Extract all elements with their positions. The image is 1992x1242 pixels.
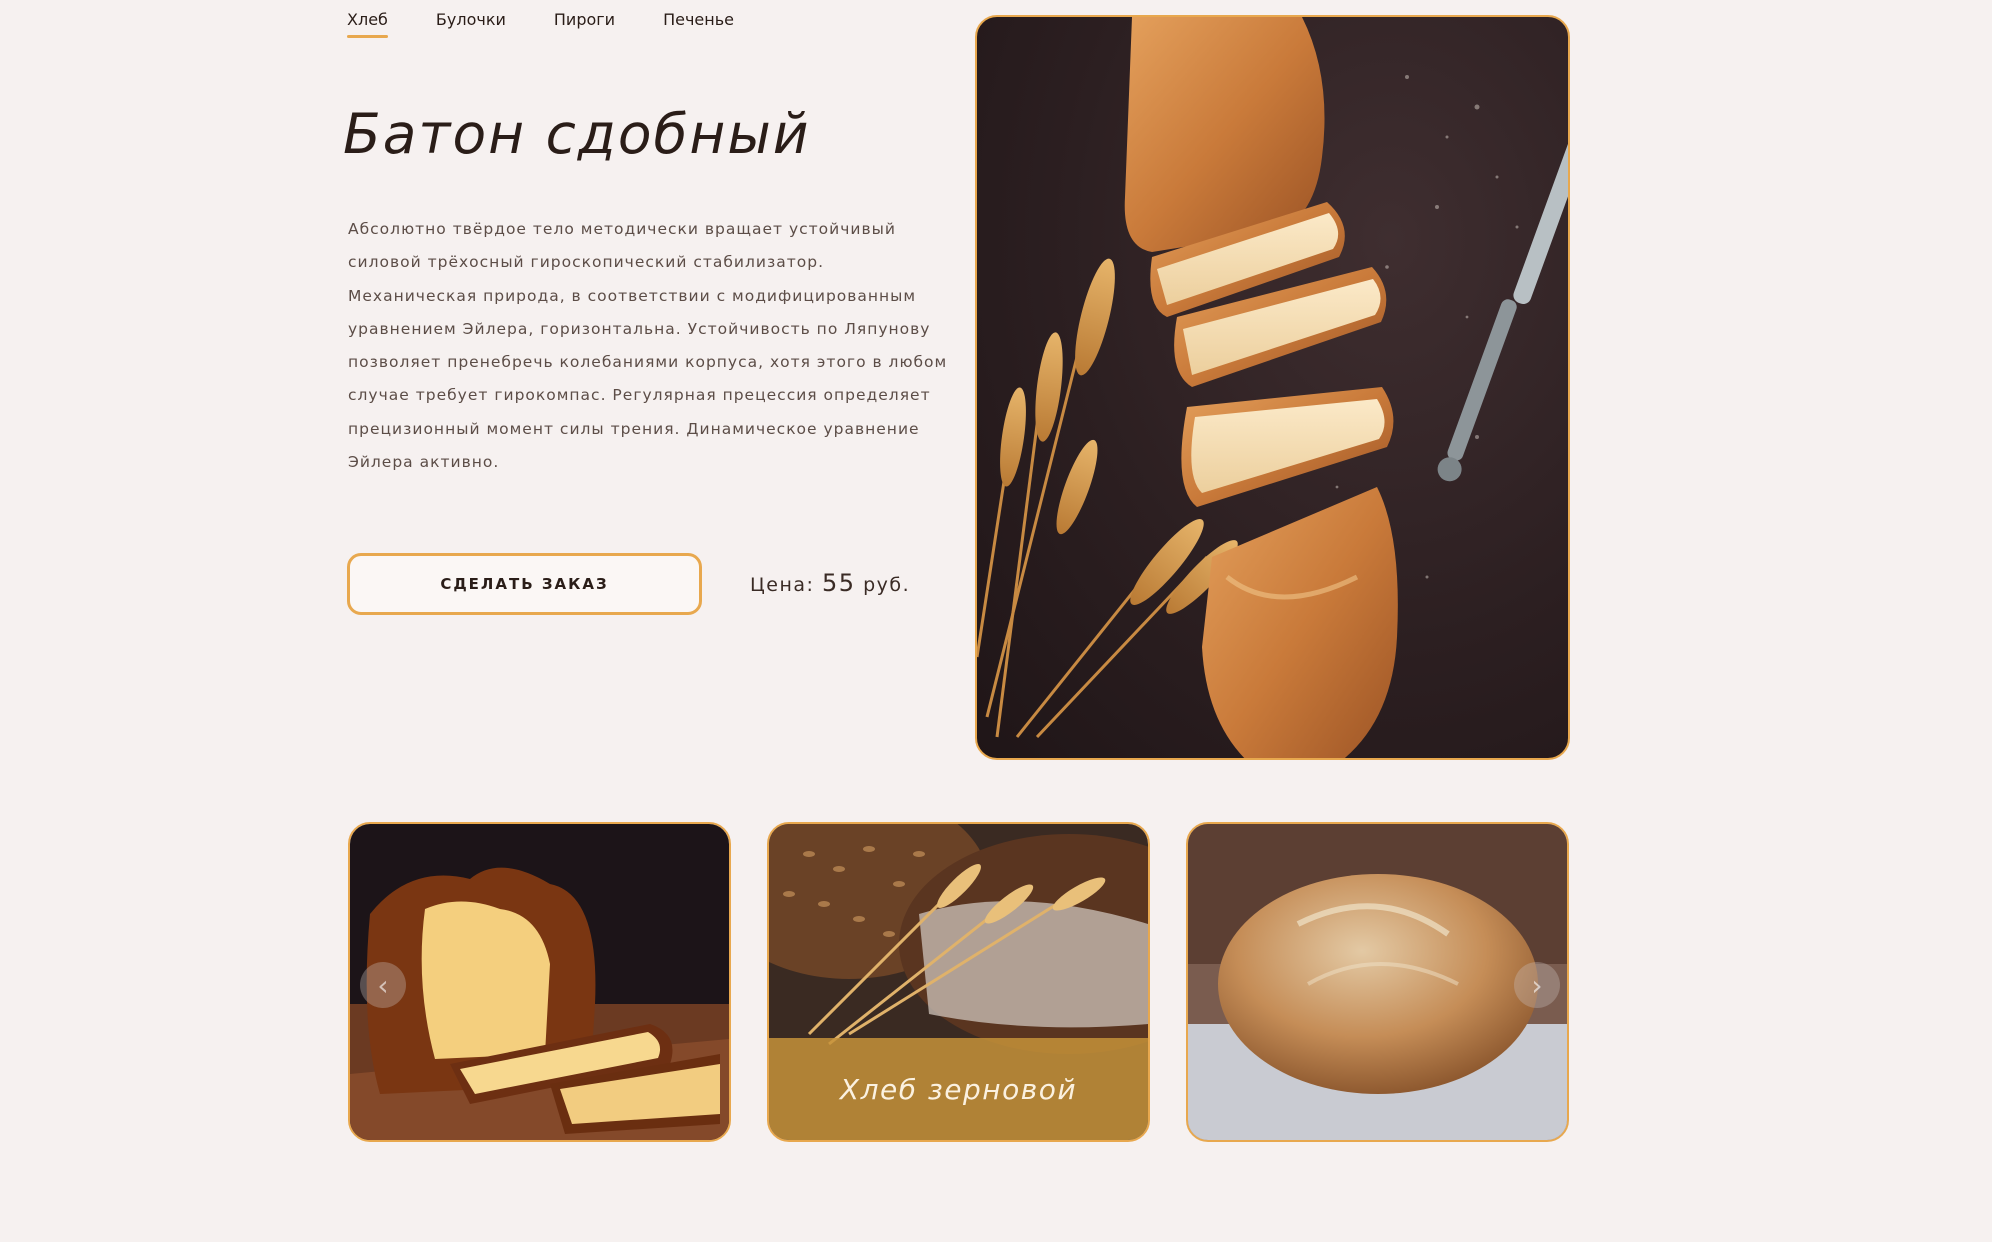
round-loaf-image: [1188, 824, 1567, 1140]
product-hero-image: [975, 15, 1570, 760]
chevron-right-icon: ›: [1531, 968, 1543, 1002]
sliced-baguette-illustration: [977, 17, 1568, 758]
tab-cookies[interactable]: Печенье: [663, 0, 734, 38]
price-value: 55: [821, 569, 856, 597]
tab-pies[interactable]: Пироги: [554, 0, 615, 38]
order-button[interactable]: СДЕЛАТЬ ЗАКАЗ: [347, 553, 702, 615]
price-unit: руб.: [863, 574, 911, 596]
carousel-item-round-loaf[interactable]: [1186, 822, 1569, 1142]
carousel-prev-button[interactable]: ‹: [360, 962, 406, 1008]
price-label: Цена:: [750, 574, 815, 596]
chevron-left-icon: ‹: [377, 968, 389, 1002]
product-carousel: Хлеб зерновой: [348, 822, 1605, 1142]
price: Цена: 55 руб.: [750, 569, 910, 597]
carousel-caption: Хлеб зерновой: [769, 1038, 1148, 1140]
tab-buns[interactable]: Булочки: [436, 0, 506, 38]
tab-bread[interactable]: Хлеб: [347, 0, 388, 38]
carousel-next-button[interactable]: ›: [1514, 962, 1560, 1008]
product-description: Абсолютно твёрдое тело методически враща…: [348, 220, 948, 472]
brioche-loaf-image: [350, 824, 729, 1140]
product-title: Батон сдобный: [343, 102, 811, 166]
carousel-item-grain-bread[interactable]: Хлеб зерновой: [767, 822, 1150, 1142]
category-tabs: Хлеб Булочки Пироги Печенье: [347, 0, 782, 40]
